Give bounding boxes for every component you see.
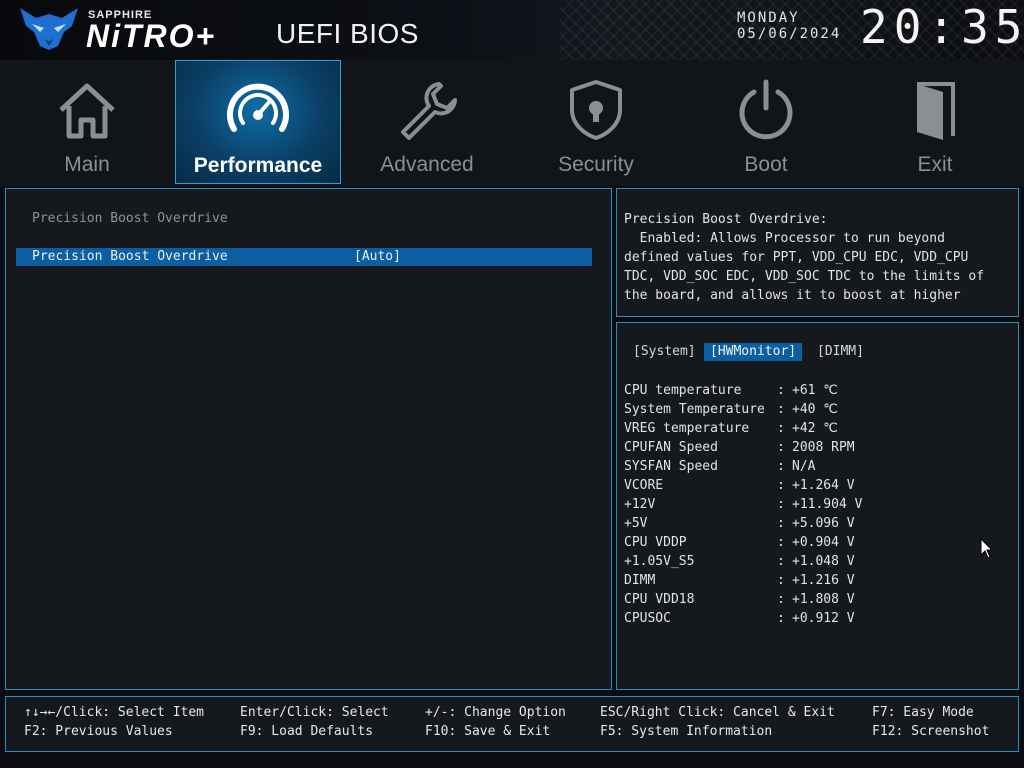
door-exit-icon bbox=[917, 82, 955, 140]
tab-security[interactable]: Security bbox=[513, 60, 679, 184]
brand-plus-text: + bbox=[195, 18, 217, 54]
tab-boot[interactable]: Boot bbox=[683, 60, 849, 184]
key-hint-esc: ESC/Right Click: Cancel & Exit bbox=[600, 705, 835, 720]
tab-advanced[interactable]: Advanced bbox=[344, 60, 510, 184]
date-label: 05/06/2024 bbox=[737, 26, 842, 42]
hw-sensor-value: +5.096 V bbox=[792, 516, 855, 531]
setting-value[interactable]: [Auto] bbox=[354, 249, 401, 264]
hw-sensor-name: +1.05V_S5 bbox=[624, 554, 695, 569]
hw-monitor-panel: [System] [HWMonitor] [DIMM] CPU temperat… bbox=[616, 322, 1019, 690]
key-help-footer: ↑↓→←/Click: Select Item Enter/Click: Sel… bbox=[5, 696, 1019, 752]
hw-separator: : bbox=[777, 459, 785, 474]
tab-label: Advanced bbox=[380, 153, 474, 176]
brand-nitro-text: NiTRO bbox=[86, 18, 196, 54]
clock-time: 20:35 bbox=[860, 0, 1024, 54]
hw-sensor-name: VREG temperature bbox=[624, 421, 750, 436]
home-icon bbox=[59, 83, 115, 139]
hw-separator: : bbox=[777, 611, 785, 626]
wrench-icon bbox=[401, 82, 457, 140]
key-hint-f7[interactable]: F7: Easy Mode bbox=[872, 705, 974, 720]
sapphire-wolf-logo-icon bbox=[20, 8, 78, 50]
key-hint-select-item: ↑↓→←/Click: Select Item bbox=[24, 705, 205, 720]
tab-exit[interactable]: Exit bbox=[852, 60, 1018, 184]
hw-separator: : bbox=[777, 573, 785, 588]
hw-sensor-value: +0.904 V bbox=[792, 535, 855, 550]
hw-sensor-name: CPU VDD18 bbox=[624, 592, 695, 607]
key-hint-f9[interactable]: F9: Load Defaults bbox=[240, 724, 373, 739]
tab-label: Exit bbox=[917, 153, 953, 176]
hw-sensor-name: CPUFAN Speed bbox=[624, 440, 718, 455]
hw-separator: : bbox=[777, 554, 785, 569]
hw-separator: : bbox=[777, 497, 785, 512]
hw-sensor-value: +1.216 V bbox=[792, 573, 855, 588]
main-tab-bar: Main Performance Advanced Security Boot bbox=[0, 60, 1024, 186]
hw-separator: : bbox=[777, 592, 785, 607]
tab-main[interactable]: Main bbox=[4, 60, 170, 184]
hw-sensor-name: VCORE bbox=[624, 478, 664, 493]
setting-row-precision-boost-overdrive[interactable]: Precision Boost Overdrive [Auto] bbox=[16, 248, 592, 266]
shield-lock-icon bbox=[570, 80, 622, 140]
hw-sensor-name: CPU VDDP bbox=[624, 535, 687, 550]
hw-sensor-value: +61 ℃ bbox=[792, 383, 838, 398]
tab-label: Main bbox=[64, 153, 110, 176]
hw-sensor-name: DIMM bbox=[624, 573, 656, 588]
help-text: Precision Boost Overdrive: Enabled: Allo… bbox=[624, 212, 985, 303]
brand-nitro-label: NiTRO+ bbox=[86, 18, 216, 55]
hw-sensor-value: +1.048 V bbox=[792, 554, 855, 569]
hw-sensor-name: +5V bbox=[624, 516, 648, 531]
tab-label: Boot bbox=[744, 153, 788, 176]
tab-label: Performance bbox=[193, 154, 323, 177]
hw-sensor-value: +0.912 V bbox=[792, 611, 855, 626]
key-hint-change-option: +/-: Change Option bbox=[425, 705, 566, 720]
help-panel: Precision Boost Overdrive: Enabled: Allo… bbox=[616, 188, 1019, 317]
hw-sensor-value: N/A bbox=[792, 459, 816, 474]
tab-label: Security bbox=[558, 153, 634, 176]
hw-sensor-name: CPU temperature bbox=[624, 383, 742, 398]
hw-separator: : bbox=[777, 421, 785, 436]
hw-separator: : bbox=[777, 478, 785, 493]
day-label: MONDAY bbox=[737, 10, 800, 26]
hw-sensor-value: 2008 RPM bbox=[792, 440, 855, 455]
hw-sensor-value: +11.904 V bbox=[792, 497, 863, 512]
hw-sensor-value: +40 ℃ bbox=[792, 402, 838, 417]
hw-sensor-name: SYSFAN Speed bbox=[624, 459, 718, 474]
page-title: UEFI BIOS bbox=[276, 18, 419, 49]
hw-sensor-value: +42 ℃ bbox=[792, 421, 838, 436]
hw-sensor-name: CPUSOC bbox=[624, 611, 671, 626]
hw-sensor-value: +1.808 V bbox=[792, 592, 855, 607]
key-hint-f5[interactable]: F5: System Information bbox=[600, 724, 772, 739]
key-hint-f2[interactable]: F2: Previous Values bbox=[24, 724, 173, 739]
hw-separator: : bbox=[777, 402, 785, 417]
key-hint-enter: Enter/Click: Select bbox=[240, 705, 389, 720]
setting-label: Precision Boost Overdrive bbox=[32, 249, 228, 264]
speedometer-icon bbox=[227, 83, 289, 132]
settings-panel: Precision Boost Overdrive Precision Boos… bbox=[5, 188, 612, 690]
hw-separator: : bbox=[777, 383, 785, 398]
hw-separator: : bbox=[777, 535, 785, 550]
hw-sensor-name: +12V bbox=[624, 497, 656, 512]
mouse-cursor-icon bbox=[980, 538, 994, 559]
hw-separator: : bbox=[777, 516, 785, 531]
hw-tab-hwmonitor[interactable]: [HWMonitor] bbox=[704, 343, 803, 361]
hw-tab-system[interactable]: [System] bbox=[633, 343, 696, 361]
section-heading: Precision Boost Overdrive bbox=[32, 211, 228, 226]
header-bar: SAPPHIRE NiTRO+ UEFI BIOS MONDAY 05/06/2… bbox=[0, 0, 1024, 60]
hw-sensor-name: System Temperature bbox=[624, 402, 765, 417]
hw-tab-dimm[interactable]: [DIMM] bbox=[817, 343, 864, 361]
hw-sensor-value: +1.264 V bbox=[792, 478, 855, 493]
key-hint-f12[interactable]: F12: Screenshot bbox=[872, 724, 989, 739]
hw-separator: : bbox=[777, 440, 785, 455]
tab-performance[interactable]: Performance bbox=[175, 60, 341, 184]
power-icon bbox=[739, 79, 793, 140]
key-hint-f10[interactable]: F10: Save & Exit bbox=[425, 724, 550, 739]
